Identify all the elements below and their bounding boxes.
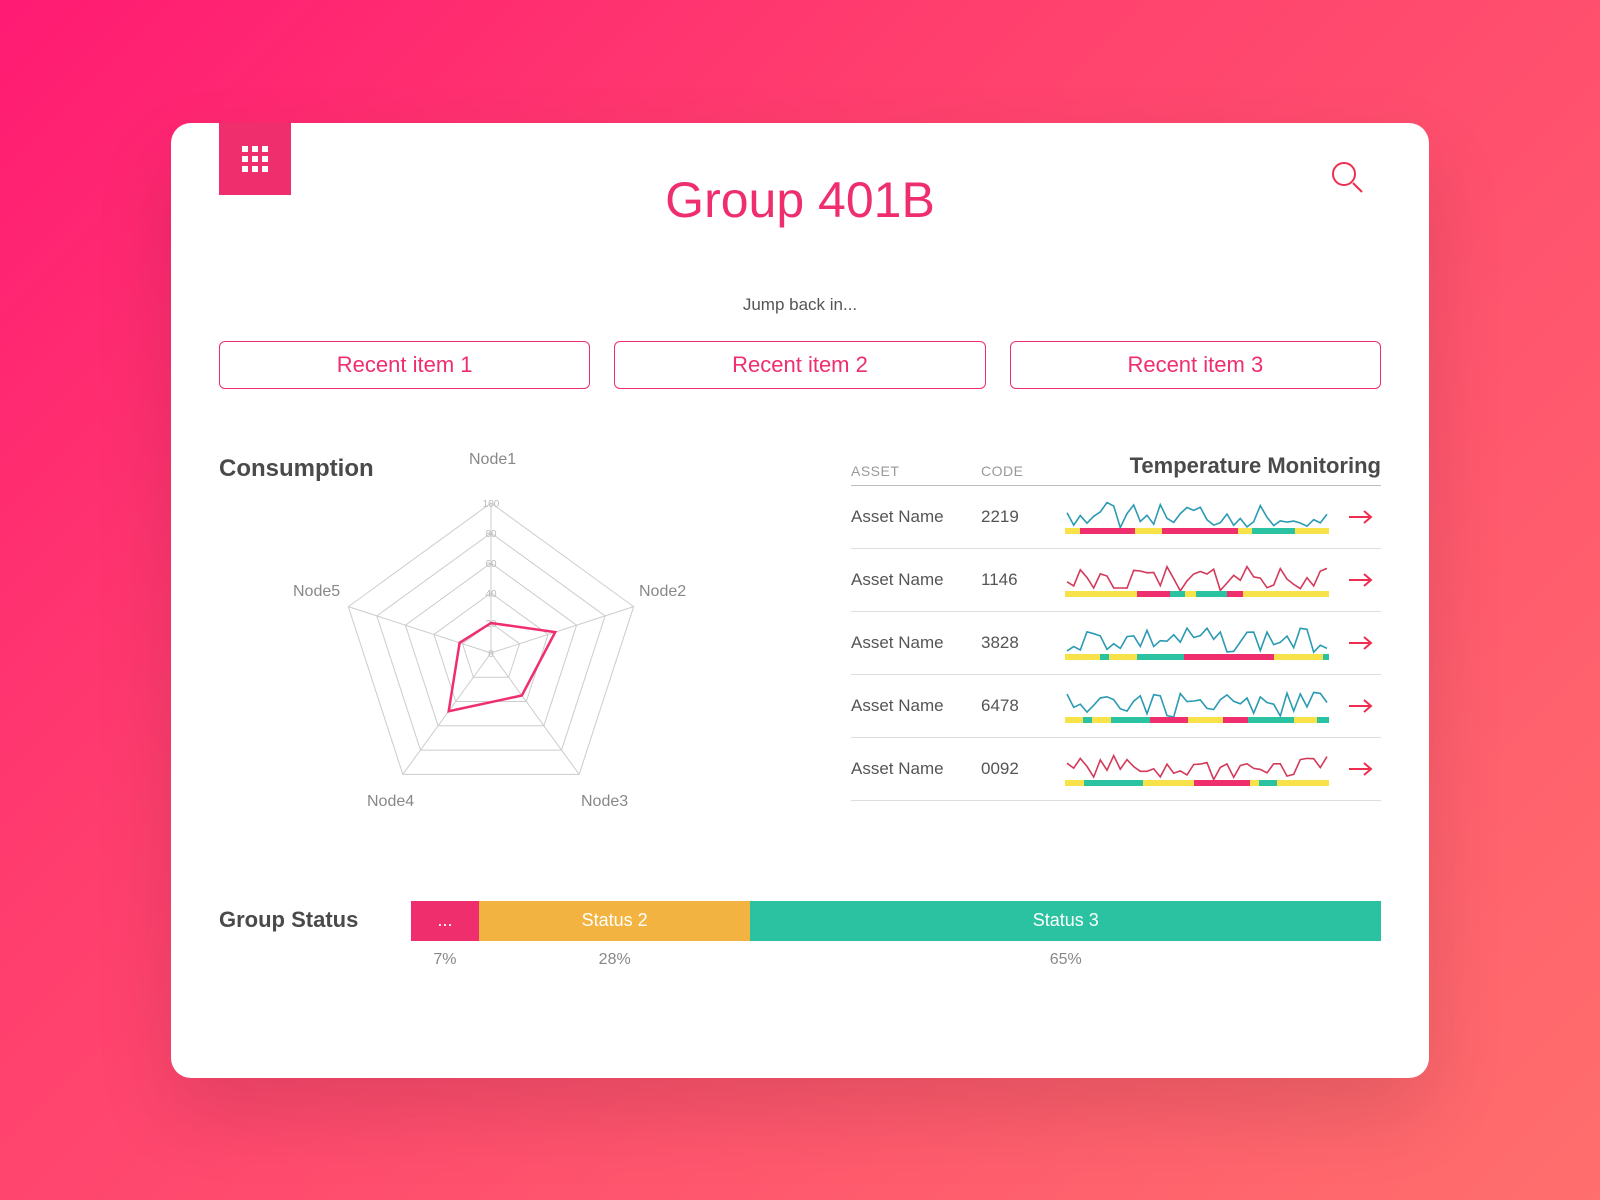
asset-row: Asset Name1146: [851, 549, 1381, 612]
asset-open-arrow[interactable]: [1341, 760, 1381, 778]
svg-text:60: 60: [485, 559, 497, 570]
menu-grid-icon: [242, 146, 268, 172]
asset-row: Asset Name2219: [851, 486, 1381, 549]
asset-name: Asset Name: [851, 633, 981, 653]
asset-sparkline: [1065, 620, 1329, 666]
asset-row: Asset Name0092: [851, 738, 1381, 801]
svg-text:40: 40: [485, 589, 497, 600]
radar-axis-label-node4: Node4: [367, 793, 414, 811]
page-background: Group 401B Jump back in... Recent item 1…: [0, 0, 1600, 1200]
temperature-col-asset: ASSET: [851, 463, 981, 479]
radar-axis-label-node2: Node2: [639, 583, 686, 601]
asset-sparkline: [1065, 494, 1329, 540]
asset-row: Asset Name3828: [851, 612, 1381, 675]
status-percent-3: 65%: [750, 951, 1381, 975]
recent-item-3[interactable]: Recent item 3: [1010, 341, 1381, 389]
asset-name: Asset Name: [851, 507, 981, 527]
group-status-bar: ...Status 2Status 3: [411, 901, 1381, 941]
radar-axis-label-node1: Node1: [469, 451, 516, 469]
group-status-label: Group Status: [219, 907, 358, 933]
status-percent-2: 28%: [479, 951, 751, 975]
status-segment-2[interactable]: Status 2: [479, 901, 751, 941]
asset-code: 3828: [981, 633, 1053, 653]
recent-item-1[interactable]: Recent item 1: [219, 341, 590, 389]
status-segment-3[interactable]: Status 3: [750, 901, 1381, 941]
radar-axis-label-node3: Node3: [581, 793, 628, 811]
asset-code: 6478: [981, 696, 1053, 716]
asset-name: Asset Name: [851, 696, 981, 716]
page-subtitle: Jump back in...: [171, 295, 1429, 315]
temperature-panel: ASSET CODE Temperature Monitoring Asset …: [851, 453, 1381, 801]
asset-open-arrow[interactable]: [1341, 571, 1381, 589]
asset-sparkline: [1065, 683, 1329, 729]
recent-item-2[interactable]: Recent item 2: [614, 341, 985, 389]
status-percent-1: 7%: [411, 951, 479, 975]
svg-text:0: 0: [488, 649, 494, 660]
temperature-header: ASSET CODE Temperature Monitoring: [851, 453, 1381, 486]
radar-axis-label-node5: Node5: [293, 583, 340, 601]
asset-open-arrow[interactable]: [1341, 634, 1381, 652]
consumption-radar-chart: 020406080100 Node1 Node2 Node3 Node4 Nod…: [251, 453, 731, 833]
status-segment-1[interactable]: ...: [411, 901, 479, 941]
temperature-col-code: CODE: [981, 463, 1053, 479]
svg-text:100: 100: [483, 499, 500, 510]
asset-open-arrow[interactable]: [1341, 697, 1381, 715]
page-title: Group 401B: [171, 171, 1429, 229]
asset-open-arrow[interactable]: [1341, 508, 1381, 526]
asset-sparkline: [1065, 746, 1329, 792]
group-status-percent-row: 7%28%65%: [411, 951, 1381, 975]
asset-sparkline: [1065, 557, 1329, 603]
asset-code: 1146: [981, 570, 1053, 590]
recent-items-row: Recent item 1 Recent item 2 Recent item …: [219, 341, 1381, 389]
asset-code: 2219: [981, 507, 1053, 527]
asset-row: Asset Name6478: [851, 675, 1381, 738]
svg-text:80: 80: [485, 529, 497, 540]
temperature-title: Temperature Monitoring: [1053, 453, 1381, 479]
asset-name: Asset Name: [851, 759, 981, 779]
asset-name: Asset Name: [851, 570, 981, 590]
dashboard-card: Group 401B Jump back in... Recent item 1…: [171, 123, 1429, 1078]
asset-code: 0092: [981, 759, 1053, 779]
